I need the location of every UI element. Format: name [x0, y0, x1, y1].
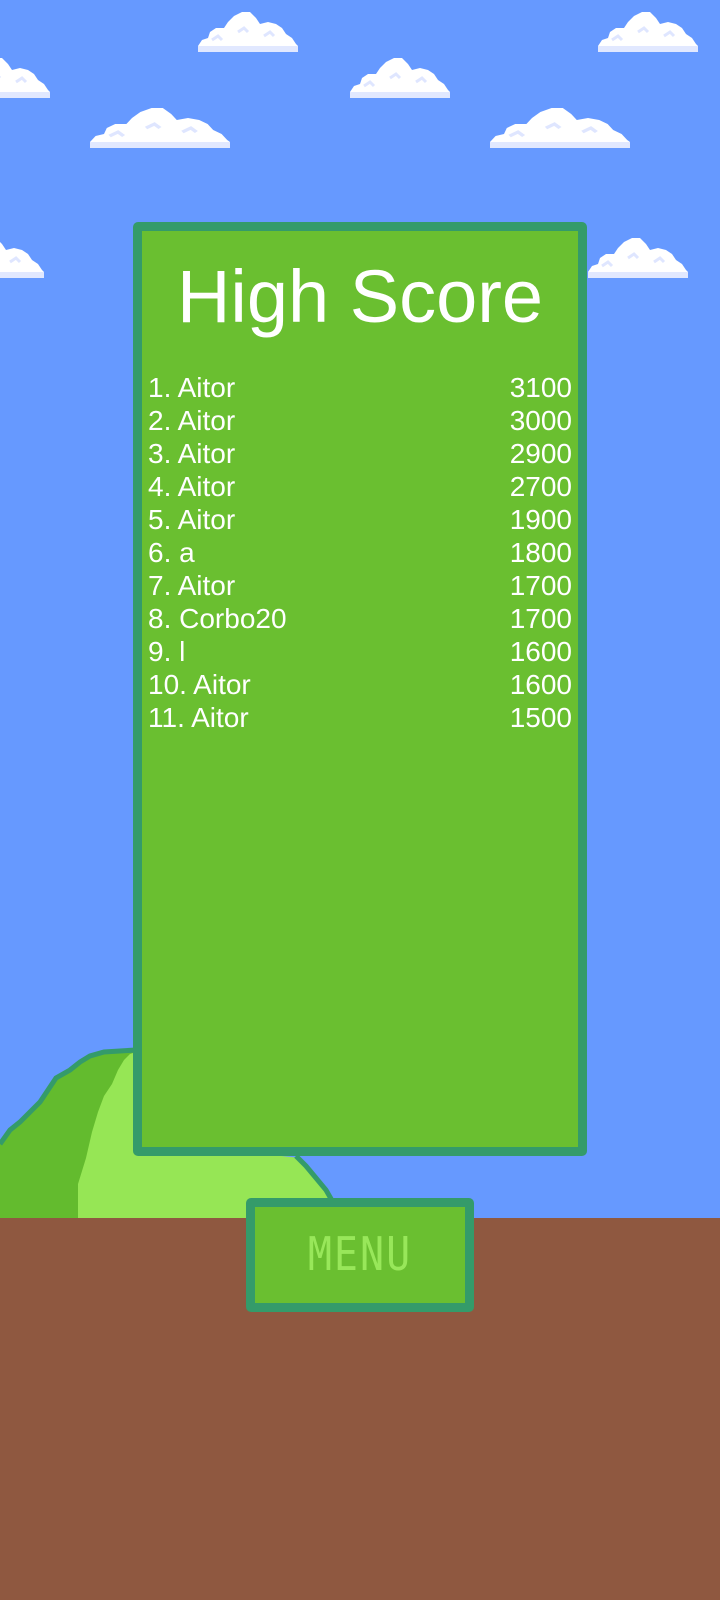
score-value: 1700 — [509, 603, 572, 634]
high-score-panel: High Score 1. Aitor 3100 2. Aitor 3000 3. Ai… — [133, 222, 587, 1156]
score-player: 3. Aitor — [148, 437, 235, 470]
player-name: Aitor — [177, 570, 236, 601]
score-player: 5. Aitor — [148, 503, 235, 536]
score-row: 5. Aitor 1900 — [148, 503, 572, 536]
player-name: Aitor — [177, 471, 236, 502]
score-rank: 5. — [148, 504, 172, 535]
score-rank: 9. — [148, 636, 172, 667]
score-value: 2700 — [509, 471, 572, 502]
player-name: Aitor — [177, 372, 236, 403]
score-rank: 8. — [148, 603, 172, 634]
score-player: 7. Aitor — [148, 569, 235, 602]
score-value: 1500 — [509, 702, 572, 733]
score-player: 2. Aitor — [148, 404, 235, 437]
score-rank: 7. — [148, 570, 172, 601]
score-rank: 3. — [148, 438, 172, 469]
score-rank: 1. — [148, 372, 172, 403]
score-value: 1900 — [509, 504, 572, 535]
score-row: 6. a 1800 — [148, 536, 572, 569]
high-score-title: High Score — [176, 255, 544, 338]
player-name: a — [179, 537, 195, 568]
score-player: 8. Corbo20 — [148, 602, 287, 635]
player-name: Aitor — [177, 405, 236, 436]
score-list: 1. Aitor 3100 2. Aitor 3000 3. Aitor 2900 4. A… — [148, 371, 572, 734]
score-row: 8. Corbo20 1700 — [148, 602, 572, 635]
score-row: 3. Aitor 2900 — [148, 437, 572, 470]
score-player: 4. Aitor — [148, 470, 235, 503]
score-row: 2. Aitor 3000 — [148, 404, 572, 437]
score-row: 7. Aitor 1700 — [148, 569, 572, 602]
player-name: Aitor — [191, 702, 249, 733]
score-player: 11. Aitor — [148, 701, 249, 734]
player-name: l — [179, 636, 186, 667]
menu-button-label: MENU — [307, 1228, 413, 1282]
score-rank: 10. — [148, 669, 187, 700]
score-value: 1600 — [509, 636, 572, 667]
player-name: Aitor — [177, 504, 236, 535]
score-value: 3100 — [509, 372, 572, 403]
score-value: 1600 — [509, 669, 572, 700]
score-row: 10. Aitor 1600 — [148, 668, 572, 701]
score-player: 1. Aitor — [148, 371, 235, 404]
menu-button[interactable]: MENU — [246, 1198, 474, 1312]
score-rank: 2. — [148, 405, 172, 436]
player-name: Corbo20 — [179, 603, 287, 634]
score-row: 11. Aitor 1500 — [148, 701, 572, 734]
player-name: Aitor — [177, 438, 236, 469]
score-player: 9. l — [148, 635, 185, 668]
score-row: 9. l 1600 — [148, 635, 572, 668]
score-value: 2900 — [509, 438, 572, 469]
score-row: 1. Aitor 3100 — [148, 371, 572, 404]
score-rank: 4. — [148, 471, 172, 502]
score-rank: 6. — [148, 537, 172, 568]
score-player: 10. Aitor — [148, 668, 251, 701]
score-row: 4. Aitor 2700 — [148, 470, 572, 503]
score-value: 1800 — [509, 537, 572, 568]
score-value: 3000 — [509, 405, 572, 436]
score-rank: 11. — [148, 702, 185, 733]
score-value: 1700 — [509, 570, 572, 601]
player-name: Aitor — [193, 669, 251, 700]
score-player: 6. a — [148, 536, 195, 569]
